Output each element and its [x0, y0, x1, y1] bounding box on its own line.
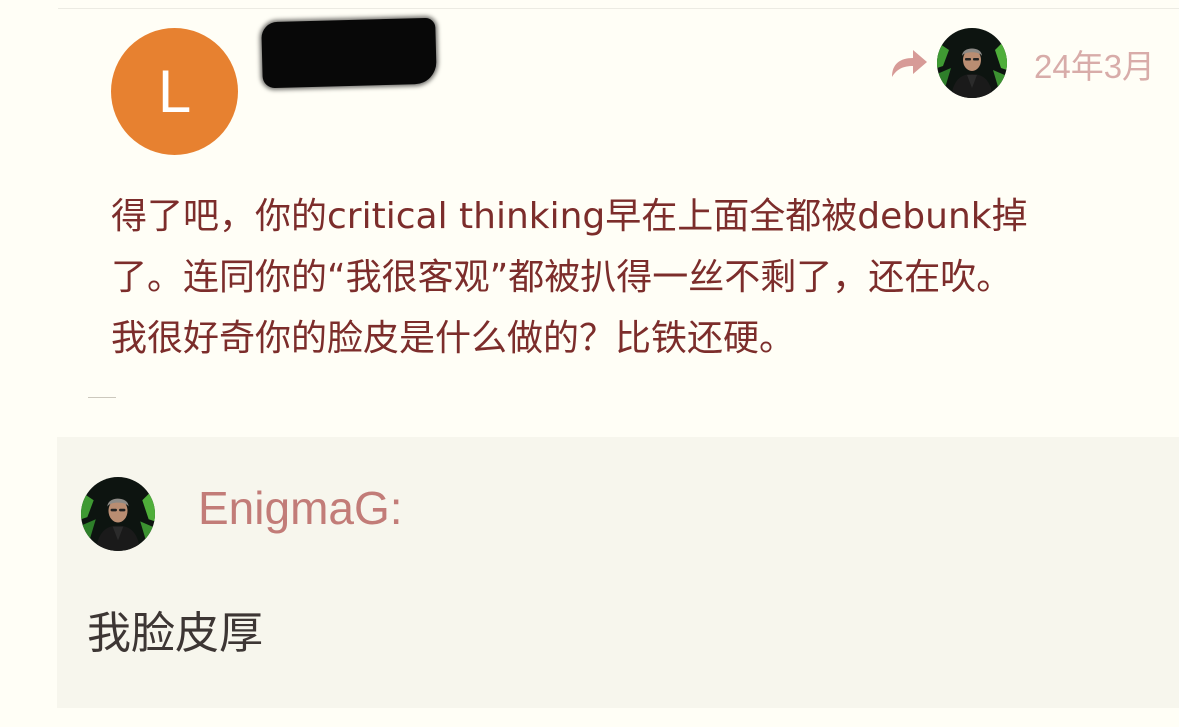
post-body-line: 了。连同你的“我很客观”都被扒得一丝不剩了，还在吹。 [111, 257, 1013, 298]
post-body: 得了吧，你的critical thinking早在上面全都被debunk掉 了。… [111, 186, 1151, 369]
reply-to-user-avatar[interactable] [937, 28, 1007, 98]
post-body-line: 我很好奇你的脸皮是什么做的？比铁还硬。 [111, 318, 796, 359]
user-photo-icon [81, 477, 155, 551]
reply-arrow-icon[interactable] [889, 46, 929, 80]
post-body-line: 得了吧，你的critical thinking早在上面全都被debunk掉 [111, 196, 1028, 237]
quoted-reply[interactable]: EnigmaG: 我脸皮厚 [57, 437, 1179, 708]
reply-arrow-icon-graphic [892, 50, 927, 77]
quoted-username[interactable]: EnigmaG: [198, 481, 403, 535]
quoted-user-avatar[interactable] [81, 477, 155, 551]
author-initial: L [157, 58, 192, 125]
post-divider [88, 397, 116, 398]
post: L 24年3月 得了吧，你的critical thinking早在上面全都被de… [0, 0, 1179, 437]
author-name-redacted [261, 17, 437, 89]
user-photo-icon [937, 28, 1007, 98]
post-timestamp: 24年3月 [1034, 48, 1156, 85]
quoted-text: 我脸皮厚 [87, 608, 263, 659]
author-avatar[interactable]: L [111, 28, 238, 155]
